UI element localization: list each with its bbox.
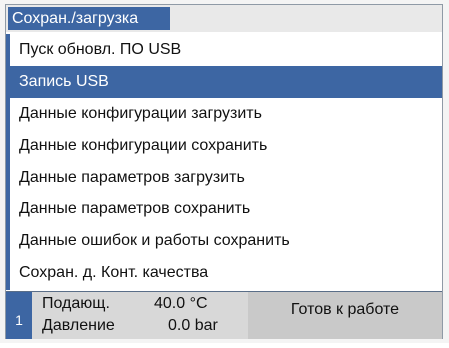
status-index: 1 [6, 292, 32, 339]
title-bar: Сохран./загрузка [6, 5, 442, 32]
menu-list: Пуск обновл. ПО USB Запись USB Данные ко… [6, 34, 442, 290]
pressure-value: 0.0 bar [168, 317, 218, 334]
menu-title: Сохран./загрузка [8, 7, 170, 30]
menu-item-usb-record[interactable]: Запись USB [10, 65, 442, 98]
menu-item-config-save[interactable]: Данные конфигурации сохранить [10, 129, 442, 162]
device-screen: Сохран./загрузка Пуск обновл. ПО USB Зап… [0, 0, 449, 343]
flow-label: Подающ. [42, 295, 110, 312]
menu-item-usb-update[interactable]: Пуск обновл. ПО USB [10, 34, 442, 66]
menu-item-params-load[interactable]: Данные параметров загрузить [10, 161, 442, 194]
operating-state: Готов к работе [248, 292, 442, 339]
menu-item-params-save[interactable]: Данные параметров сохранить [10, 193, 442, 226]
status-bar: 1 Подающ. 40.0 °C Давление 0.0 bar Готов… [6, 292, 442, 339]
pressure-label: Давление [42, 317, 115, 334]
menu-item-errors-save[interactable]: Данные ошибок и работы сохранить [10, 225, 442, 258]
menu-window: Сохран./загрузка Пуск обновл. ПО USB Зап… [5, 4, 443, 339]
menu-item-quality-save[interactable]: Сохран. д. Конт. качества [10, 257, 442, 290]
menu-item-config-load[interactable]: Данные конфигурации загрузить [10, 97, 442, 130]
flow-value: 40.0 °C [154, 295, 208, 312]
